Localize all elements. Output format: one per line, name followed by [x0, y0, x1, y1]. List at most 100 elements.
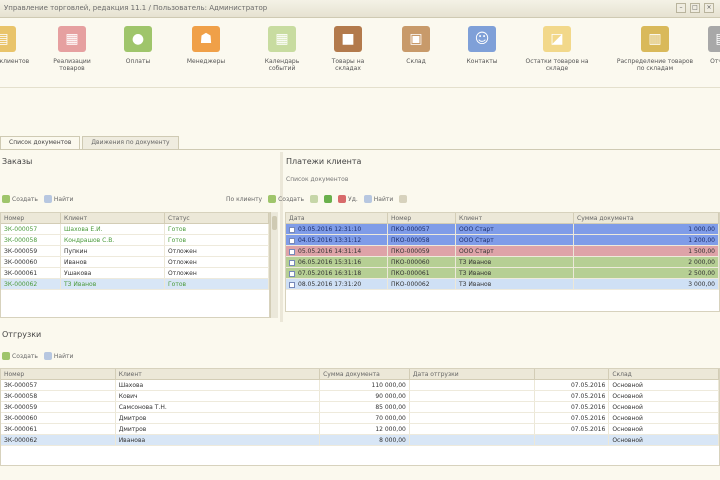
minimize-button[interactable]: –	[676, 3, 686, 13]
table-cell: 03.05.2016 12:31:10	[286, 224, 388, 234]
cell-text: Отложен	[168, 248, 197, 255]
delete-button[interactable]: Уд.	[338, 195, 358, 203]
table-row[interactable]: 05.05.2016 14:31:14 ПКО-000059 ООО Старт 1 …	[286, 246, 719, 257]
table-row[interactable]: ЗК-000058 Кондрашов С.В. Готов	[1, 235, 269, 246]
left-create-button[interactable]: Создать	[2, 195, 38, 203]
column-header[interactable]	[535, 369, 610, 379]
row-checkbox[interactable]	[289, 237, 295, 244]
toolbar-button-6[interactable]: ▣ Склад	[386, 26, 446, 84]
table-row[interactable]: ЗК-000061 Ушакова Отложен	[1, 268, 269, 279]
table-row[interactable]: 07.05.2016 16:31:18 ПКО-000061 ТЗ Иванов 2 …	[286, 268, 719, 279]
column-header[interactable]: Клиент	[116, 369, 321, 379]
filter-button[interactable]	[399, 195, 408, 203]
column-header[interactable]: Склад	[609, 369, 719, 379]
cell-text: 1 000,00	[688, 226, 715, 233]
right-find-button[interactable]: Найти	[363, 195, 393, 203]
tab-document-movements[interactable]: Движения по документу	[82, 136, 179, 149]
column-header[interactable]: Клиент	[61, 213, 165, 223]
cell-text: 04.05.2016 13:31:12	[298, 237, 362, 244]
right-pane-toolbar: По клиенту Создать Уд. Найти	[226, 193, 408, 205]
table-cell	[410, 424, 535, 434]
cell-text: Дмитров	[118, 415, 147, 422]
table-cell: Основной	[609, 380, 719, 390]
toolbar-button-8[interactable]: ◪ Остатки товаров на складе	[518, 26, 596, 84]
column-header[interactable]: Номер	[388, 213, 456, 223]
cell-text: 70 000,00	[375, 415, 406, 422]
table-row[interactable]: ЗК-000062 Иванова 8 000,00 Основной	[1, 435, 719, 446]
table-cell	[410, 435, 535, 445]
table-row[interactable]: ЗК-000060 Дмитров 70 000,00 07.05.2016 Основ…	[1, 413, 719, 424]
column-header[interactable]: Номер	[1, 369, 116, 379]
table-row[interactable]: 06.05.2016 15:31:16 ПКО-000060 ТЗ Иванов 2 …	[286, 257, 719, 268]
table-cell: Отложен	[165, 268, 269, 278]
table-row[interactable]: ЗК-000061 Дмитров 12 000,00 07.05.2016 Основ…	[1, 424, 719, 435]
table-row[interactable]: 08.05.2016 17:31:20 ПКО-000062 ТЗ Иванов 3 …	[286, 279, 719, 290]
left-find-label: Найти	[53, 195, 74, 203]
cell-text: 1 500,00	[688, 248, 715, 255]
toolbar-button-10[interactable]: ▤ Отчеты	[692, 26, 720, 84]
table-cell: 1 000,00	[574, 224, 719, 234]
cell-text: Иванова	[118, 437, 146, 444]
toolbar-button-9[interactable]: ▥ Распределение товаров по складам	[616, 26, 694, 84]
column-header[interactable]: Номер	[1, 213, 61, 223]
close-button[interactable]: ×	[704, 3, 714, 13]
row-checkbox[interactable]	[289, 226, 295, 233]
table-cell: 110 000,00	[320, 380, 410, 390]
column-header[interactable]: Клиент	[456, 213, 574, 223]
toolbar-button-7[interactable]: ☺ Контакты	[452, 26, 512, 84]
column-header[interactable]: Дата отгрузки	[410, 369, 535, 379]
bottom-find-button[interactable]: Найти	[43, 352, 73, 360]
left-create-label: Создать	[12, 195, 38, 203]
cell-text: ПКО-000057	[391, 226, 430, 233]
cell-text: ООО Старт	[459, 237, 494, 244]
row-checkbox[interactable]	[289, 248, 295, 255]
table-cell: 1 200,00	[574, 235, 719, 245]
table-row[interactable]: ЗК-000058 Кович 90 000,00 07.05.2016 Основно…	[1, 391, 719, 402]
table-row[interactable]: ЗК-000057 Шахова 110 000,00 07.05.2016 Основ…	[1, 380, 719, 391]
table-row[interactable]: ЗК-000059 Самсонова Т.Н. 85 000,00 07.05.20…	[1, 402, 719, 413]
column-header[interactable]: Сумма документа	[320, 369, 410, 379]
column-header[interactable]: Статус	[165, 213, 269, 223]
column-header[interactable]: Сумма документа	[574, 213, 719, 223]
row-checkbox[interactable]	[289, 259, 295, 266]
toolbar-button-0[interactable]: ▤ Заказы клиентов	[0, 26, 32, 84]
table-row[interactable]: 04.05.2016 13:31:12 ПКО-000058 ООО Старт 1 …	[286, 235, 719, 246]
left-find-button[interactable]: Найти	[43, 195, 74, 203]
left-grid-scrollbar[interactable]	[270, 212, 278, 318]
search-icon	[363, 195, 372, 203]
cell-text: ТЗ Иванов	[459, 259, 492, 266]
table-cell: ПКО-000058	[388, 235, 456, 245]
maximize-button[interactable]: □	[690, 3, 700, 13]
table-cell: Кондрашов С.В.	[61, 235, 165, 245]
cell-text: 06.05.2016 15:31:16	[298, 259, 362, 266]
table-cell: 90 000,00	[320, 391, 410, 401]
toolbar-button-4[interactable]: ▦ Календарь событий	[252, 26, 312, 84]
filter-label[interactable]: По клиенту	[226, 196, 262, 203]
table-cell: 2 000,00	[574, 257, 719, 267]
table-row[interactable]: ЗК-000062 ТЗ Иванов Готов	[1, 279, 269, 290]
row-checkbox[interactable]	[289, 270, 295, 277]
table-row[interactable]: ЗК-000059 Пупкин Отложен	[1, 246, 269, 257]
bottom-create-button[interactable]: Создать	[2, 352, 38, 360]
add-icon	[268, 195, 277, 203]
right-payments-grid: Дата Номер Клиент Сумма документа 03.05.2016…	[285, 212, 720, 312]
copy-button[interactable]	[310, 195, 319, 203]
toolbar-button-1[interactable]: ▦ Реализации товаров	[42, 26, 102, 84]
tab-document-list[interactable]: Список документов	[0, 136, 81, 149]
column-header[interactable]: Дата	[286, 213, 388, 223]
left-scroll-thumb[interactable]	[272, 216, 277, 230]
table-row[interactable]: 03.05.2016 12:31:10 ПКО-000057 ООО Старт 1 …	[286, 224, 719, 235]
toolbar-button-3[interactable]: ☗ Менеджеры	[176, 26, 236, 84]
table-row[interactable]: ЗК-000060 Иванов Отложен	[1, 257, 269, 268]
table-cell: Шахова Е.И.	[61, 224, 165, 234]
cell-text: ЗК-000058	[4, 237, 38, 244]
row-checkbox[interactable]	[289, 281, 295, 288]
add-icon	[2, 352, 10, 360]
right-create-button[interactable]: Создать	[268, 195, 304, 203]
toolbar-button-2[interactable]: ● Оплаты	[108, 26, 168, 84]
table-cell	[410, 413, 535, 423]
toolbar-button-5[interactable]: ■ Товары на складах	[318, 26, 378, 84]
table-row[interactable]: ЗК-000057 Шахова Е.И. Готов	[1, 224, 269, 235]
post-button[interactable]	[324, 195, 333, 203]
pane-splitter[interactable]	[280, 152, 283, 322]
